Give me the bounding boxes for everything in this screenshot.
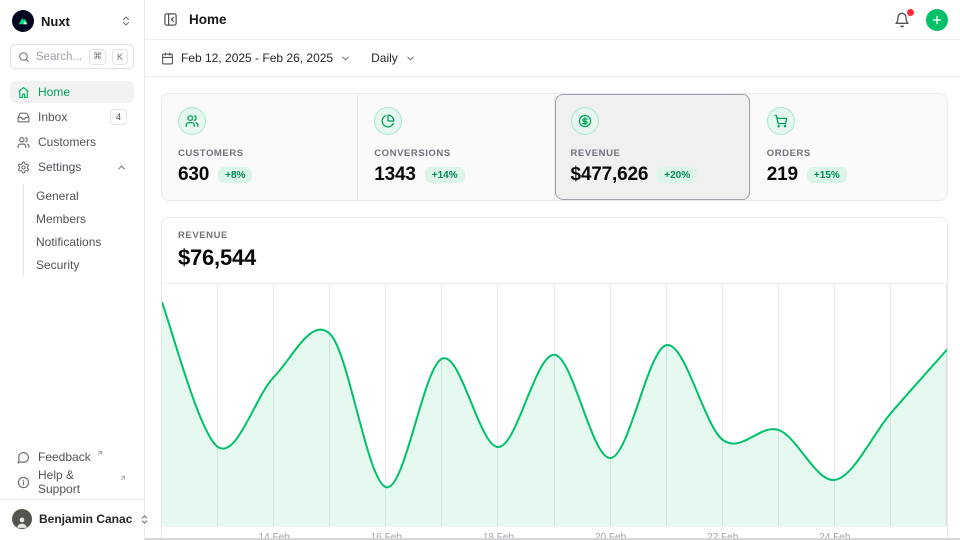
app-window: Nuxt ⌘ K Home Inb [0,0,960,540]
date-range-label: Feb 12, 2025 - Feb 26, 2025 [181,51,333,65]
main-area: Home Feb 12, 2025 - Feb 26, 2025 [145,0,960,540]
feedback-link[interactable]: Feedback [10,446,134,468]
revenue-chart-value: $76,544 [178,245,931,271]
sidebar-item-label: Inbox [38,110,67,124]
page-title: Home [189,12,227,27]
stat-value: 630 [178,164,209,186]
sidebar-footer: Feedback Help & Support [10,446,134,499]
chevron-up-icon [116,162,127,173]
external-link-icon [119,474,127,482]
collapse-sidebar-button[interactable] [161,10,180,29]
cart-icon [767,107,795,135]
stat-card-orders[interactable]: ORDERS 219 +15% [751,94,947,200]
sidebar: Nuxt ⌘ K Home Inb [0,0,145,540]
sidebar-item-label: Settings [38,160,81,174]
top-header: Home [145,0,960,40]
external-link-icon [96,449,104,457]
users-icon [17,136,30,149]
stat-label: REVENUE [571,148,734,159]
stat-value: $477,626 [571,164,649,186]
search-input[interactable]: ⌘ K [10,44,134,69]
stats-row: CUSTOMERS 630 +8% CONVERSIONS 1343 +14% [161,93,948,201]
stat-delta-badge: +8% [218,167,252,183]
nuxt-logo-icon [12,10,34,32]
sidebar-item-general[interactable]: General [24,184,134,207]
sidebar-item-label: Customers [38,135,96,149]
sidebar-item-settings[interactable]: Settings [10,156,134,178]
sidebar-item-home[interactable]: Home [10,81,134,103]
sidebar-item-notifications[interactable]: Notifications [24,230,134,253]
stat-card-customers[interactable]: CUSTOMERS 630 +8% [162,94,358,200]
stat-delta-badge: +14% [425,167,465,183]
sidebar-item-customers[interactable]: Customers [10,131,134,153]
stat-card-conversions[interactable]: CONVERSIONS 1343 +14% [358,94,554,200]
chevron-down-icon [405,53,416,64]
avatar [12,509,32,529]
stat-label: CUSTOMERS [178,148,341,159]
revenue-chart-label: REVENUE [178,230,931,241]
sidebar-nav: Home Inbox 4 Customers Settings [10,81,134,277]
stat-delta-badge: +15% [807,167,847,183]
granularity-select[interactable]: Daily [371,51,416,65]
page-content: CUSTOMERS 630 +8% CONVERSIONS 1343 +14% [145,77,960,540]
sidebar-item-inbox[interactable]: Inbox 4 [10,106,134,128]
revenue-chart-header: REVENUE $76,544 [162,218,947,283]
stat-card-revenue[interactable]: REVENUE $477,626 +20% [555,94,751,200]
revenue-chart-plot [162,284,947,526]
notifications-button[interactable] [892,10,912,30]
house-icon [17,86,30,99]
sidebar-item-label: Home [38,85,70,99]
stat-delta-badge: +20% [657,167,697,183]
date-range-picker[interactable]: Feb 12, 2025 - Feb 26, 2025 [161,51,351,65]
dollar-circle-icon [571,107,599,135]
workspace-name: Nuxt [41,14,113,29]
message-bubble-icon [17,451,30,464]
users-icon [178,107,206,135]
notification-dot [907,9,914,16]
granularity-label: Daily [371,51,398,65]
gear-icon [17,161,30,174]
chevron-down-icon [340,53,351,64]
stat-label: ORDERS [767,148,931,159]
stat-label: CONVERSIONS [374,148,537,159]
pie-chart-icon [374,107,402,135]
kbd-k: K [112,49,128,65]
inbox-count-badge: 4 [110,109,127,125]
inbox-icon [17,111,30,124]
info-circle-icon [17,476,30,489]
sidebar-item-members[interactable]: Members [24,207,134,230]
kbd-cmd: ⌘ [89,49,106,65]
settings-sub-list: General Members Notifications Security [23,184,134,276]
header-actions [892,9,948,31]
chevrons-up-down-icon [120,15,132,27]
plus-icon [931,14,943,26]
user-name: Benjamin Canac [39,512,132,526]
user-menu[interactable]: Benjamin Canac [10,507,134,531]
workspace-selector[interactable]: Nuxt [10,8,134,44]
feedback-label: Feedback [38,450,91,464]
search-icon [18,51,30,63]
stat-value: 219 [767,164,798,186]
help-support-link[interactable]: Help & Support [10,471,134,493]
filter-toolbar: Feb 12, 2025 - Feb 26, 2025 Daily [145,40,960,77]
sidebar-user-section: Benjamin Canac [0,499,144,540]
calendar-icon [161,52,174,65]
help-support-label: Help & Support [38,468,114,496]
sidebar-item-security[interactable]: Security [24,253,134,276]
stat-value: 1343 [374,164,416,186]
search-field[interactable] [36,51,83,63]
add-button[interactable] [926,9,948,31]
revenue-chart-card: REVENUE $76,544 14 Feb16 Feb18 Feb20 Feb… [161,217,948,540]
